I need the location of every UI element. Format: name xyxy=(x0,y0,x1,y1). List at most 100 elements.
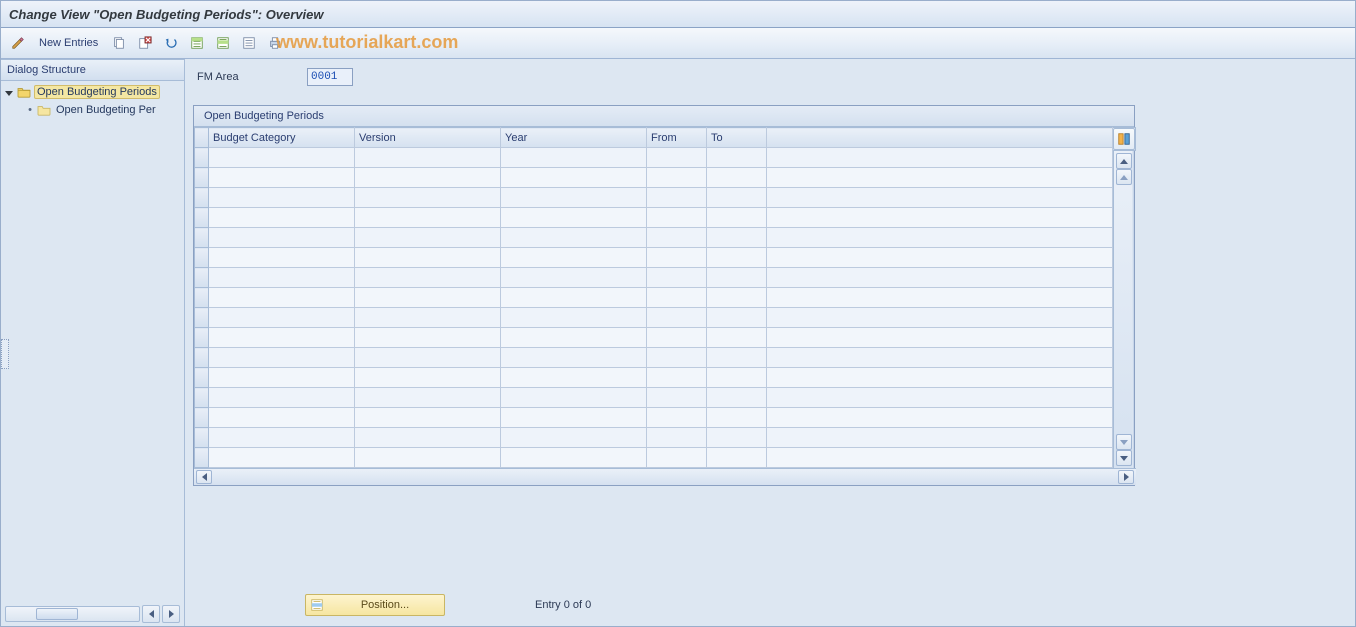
row-header-cell[interactable] xyxy=(195,308,209,328)
cell-budget-category[interactable] xyxy=(209,168,355,188)
table-row[interactable] xyxy=(195,168,1113,188)
table-row[interactable] xyxy=(195,428,1113,448)
column-header-version[interactable]: Version xyxy=(355,128,501,148)
cell-to[interactable] xyxy=(707,208,767,228)
cell-version[interactable] xyxy=(355,208,501,228)
cell-year[interactable] xyxy=(501,328,647,348)
sidebar-splitter-handle[interactable] xyxy=(1,339,9,369)
cell-to[interactable] xyxy=(707,448,767,468)
position-button[interactable]: Position... xyxy=(305,594,445,616)
cell-budget-category[interactable] xyxy=(209,348,355,368)
tree-item-open-budgeting-per[interactable]: • Open Budgeting Per xyxy=(5,101,184,119)
cell-year[interactable] xyxy=(501,188,647,208)
table-row[interactable] xyxy=(195,368,1113,388)
cell-version[interactable] xyxy=(355,228,501,248)
cell-to[interactable] xyxy=(707,348,767,368)
row-header-cell[interactable] xyxy=(195,188,209,208)
table-row[interactable] xyxy=(195,248,1113,268)
table-row[interactable] xyxy=(195,288,1113,308)
row-header-cell[interactable] xyxy=(195,148,209,168)
table-row[interactable] xyxy=(195,188,1113,208)
fm-area-value[interactable]: 0001 xyxy=(307,68,353,86)
cell-to[interactable] xyxy=(707,368,767,388)
table-row[interactable] xyxy=(195,448,1113,468)
cell-to[interactable] xyxy=(707,388,767,408)
cell-version[interactable] xyxy=(355,328,501,348)
sidebar-scroll-track[interactable] xyxy=(5,606,140,622)
cell-version[interactable] xyxy=(355,268,501,288)
cell-budget-category[interactable] xyxy=(209,148,355,168)
row-header-cell[interactable] xyxy=(195,268,209,288)
cell-to[interactable] xyxy=(707,288,767,308)
deselect-all-button[interactable] xyxy=(238,32,260,54)
cell-to[interactable] xyxy=(707,428,767,448)
cell-year[interactable] xyxy=(501,288,647,308)
row-header-cell[interactable] xyxy=(195,448,209,468)
cell-from[interactable] xyxy=(647,208,707,228)
delete-button[interactable] xyxy=(134,32,156,54)
cell-from[interactable] xyxy=(647,288,707,308)
cell-to[interactable] xyxy=(707,268,767,288)
undo-change-button[interactable] xyxy=(160,32,182,54)
cell-to[interactable] xyxy=(707,308,767,328)
cell-version[interactable] xyxy=(355,448,501,468)
row-header-cell[interactable] xyxy=(195,168,209,188)
cell-year[interactable] xyxy=(501,428,647,448)
cell-year[interactable] xyxy=(501,268,647,288)
column-header-budget-category[interactable]: Budget Category xyxy=(209,128,355,148)
tree-expand-icon[interactable] xyxy=(5,87,15,97)
cell-to[interactable] xyxy=(707,228,767,248)
table-scroll-left-button[interactable] xyxy=(196,470,212,484)
row-header-cell[interactable] xyxy=(195,368,209,388)
configure-columns-button[interactable] xyxy=(1113,128,1135,150)
table-corner-cell[interactable] xyxy=(195,128,209,148)
row-header-cell[interactable] xyxy=(195,288,209,308)
cell-version[interactable] xyxy=(355,388,501,408)
open-budgeting-periods-table[interactable]: Budget Category Version Year From To xyxy=(194,127,1113,468)
cell-from[interactable] xyxy=(647,308,707,328)
cell-budget-category[interactable] xyxy=(209,448,355,468)
table-row[interactable] xyxy=(195,228,1113,248)
scroll-page-up-button[interactable] xyxy=(1116,169,1132,185)
cell-budget-category[interactable] xyxy=(209,188,355,208)
toggle-display-change-button[interactable] xyxy=(7,32,29,54)
select-block-button[interactable] xyxy=(212,32,234,54)
cell-to[interactable] xyxy=(707,408,767,428)
cell-year[interactable] xyxy=(501,148,647,168)
column-header-from[interactable]: From xyxy=(647,128,707,148)
cell-budget-category[interactable] xyxy=(209,228,355,248)
cell-to[interactable] xyxy=(707,168,767,188)
row-header-cell[interactable] xyxy=(195,208,209,228)
cell-year[interactable] xyxy=(501,308,647,328)
cell-to[interactable] xyxy=(707,188,767,208)
cell-year[interactable] xyxy=(501,388,647,408)
row-header-cell[interactable] xyxy=(195,388,209,408)
table-row[interactable] xyxy=(195,388,1113,408)
cell-to[interactable] xyxy=(707,148,767,168)
cell-year[interactable] xyxy=(501,208,647,228)
column-header-to[interactable]: To xyxy=(707,128,767,148)
cell-from[interactable] xyxy=(647,168,707,188)
sidebar-scroll-thumb[interactable] xyxy=(36,608,78,620)
cell-budget-category[interactable] xyxy=(209,408,355,428)
cell-budget-category[interactable] xyxy=(209,268,355,288)
sidebar-scroll-left-button[interactable] xyxy=(142,605,160,623)
row-header-cell[interactable] xyxy=(195,428,209,448)
print-button[interactable] xyxy=(264,32,286,54)
cell-version[interactable] xyxy=(355,148,501,168)
cell-from[interactable] xyxy=(647,188,707,208)
cell-version[interactable] xyxy=(355,248,501,268)
scroll-down-button[interactable] xyxy=(1116,450,1132,466)
cell-to[interactable] xyxy=(707,248,767,268)
table-row[interactable] xyxy=(195,408,1113,428)
cell-budget-category[interactable] xyxy=(209,388,355,408)
table-row[interactable] xyxy=(195,348,1113,368)
copy-as-button[interactable] xyxy=(108,32,130,54)
new-entries-button[interactable]: New Entries xyxy=(33,35,104,51)
cell-from[interactable] xyxy=(647,388,707,408)
cell-version[interactable] xyxy=(355,408,501,428)
table-vertical-scrollbar[interactable] xyxy=(1113,151,1132,468)
sidebar-scroll-right-button[interactable] xyxy=(162,605,180,623)
cell-budget-category[interactable] xyxy=(209,208,355,228)
cell-from[interactable] xyxy=(647,448,707,468)
